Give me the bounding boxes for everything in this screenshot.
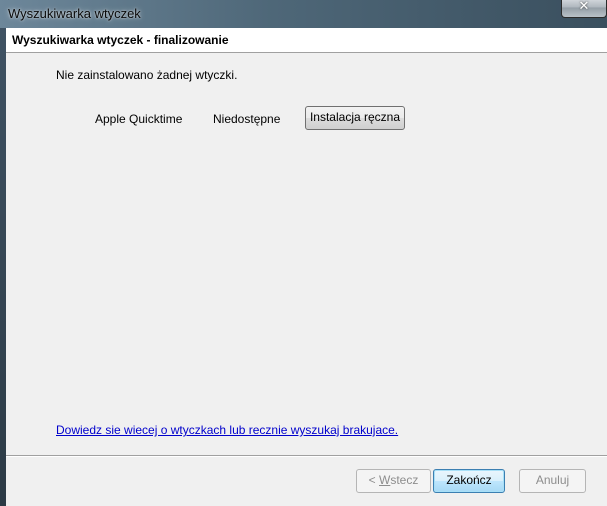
back-button-prefix: < <box>368 473 379 487</box>
plugin-status: Niedostępne <box>213 112 281 126</box>
more-info-link[interactable]: Dowiedz sie wiecej o wtyczkach lub reczn… <box>56 423 398 437</box>
plugin-name: Apple Quicktime <box>95 112 183 126</box>
close-icon: ✕ <box>578 0 590 14</box>
footer-divider <box>6 455 607 457</box>
close-button[interactable]: ✕ <box>561 0 607 18</box>
wizard-body: Wyszukiwarka wtyczek - finalizowanie Nie… <box>6 28 607 506</box>
cancel-button[interactable]: Anuluj <box>519 469 586 493</box>
window-title: Wyszukiwarka wtyczek <box>8 6 141 21</box>
finish-button[interactable]: Zakończ <box>433 469 505 493</box>
back-button[interactable]: < Wstecz <box>356 469 431 493</box>
back-button-accesskey: W <box>379 473 391 487</box>
wizard-header: Wyszukiwarka wtyczek - finalizowanie <box>6 28 607 53</box>
back-button-label: stecz <box>390 473 419 487</box>
title-bar[interactable]: Wyszukiwarka wtyczek ✕ <box>0 0 607 28</box>
status-message: Nie zainstalowano żadnej wtyczki. <box>56 68 238 82</box>
plugin-finder-window: Wyszukiwarka wtyczek ✕ Wyszukiwarka wtyc… <box>0 0 607 506</box>
page-title: Wyszukiwarka wtyczek - finalizowanie <box>12 33 229 47</box>
manual-install-button[interactable]: Instalacja ręczna <box>305 106 405 130</box>
